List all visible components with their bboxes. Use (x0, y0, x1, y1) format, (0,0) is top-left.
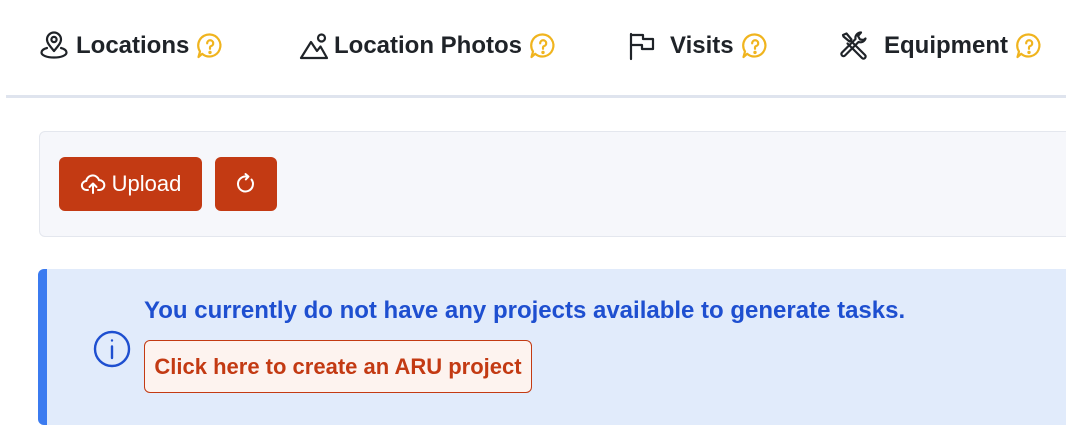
tools-icon (838, 30, 870, 62)
tab-bar: Locations Location Photos Visits Equipme… (0, 0, 1066, 98)
question-bubble-icon[interactable] (1014, 31, 1044, 61)
question-bubble-icon[interactable] (195, 31, 225, 61)
tab-bar-divider (6, 95, 1066, 98)
question-bubble-icon[interactable] (740, 31, 770, 61)
info-icon (92, 329, 132, 369)
tab-equipment[interactable]: Equipment (838, 24, 1044, 68)
map-pin-icon (38, 30, 70, 62)
cloud-upload-icon (80, 171, 106, 197)
landscape-photo-icon (298, 30, 330, 62)
create-aru-project-button[interactable]: Click here to create an ARU project (144, 340, 532, 393)
tab-locations[interactable]: Locations (38, 24, 225, 68)
tab-equipment-label: Equipment (884, 32, 1008, 59)
tab-location-photos-label: Location Photos (334, 32, 522, 59)
flag-icon (626, 30, 658, 62)
info-alert: You currently do not have any projects a… (38, 269, 1066, 425)
tab-visits-label: Visits (670, 32, 734, 59)
tab-location-photos[interactable]: Location Photos (298, 24, 558, 68)
refresh-button[interactable] (215, 157, 277, 211)
refresh-icon (234, 172, 258, 196)
upload-button-label: Upload (111, 171, 182, 196)
upload-button[interactable]: Upload (59, 157, 202, 211)
alert-accent-bar (38, 269, 47, 425)
toolbar: Upload (39, 131, 1066, 237)
alert-message: You currently do not have any projects a… (144, 297, 906, 324)
tab-visits[interactable]: Visits (626, 24, 770, 68)
question-bubble-icon[interactable] (528, 31, 558, 61)
tab-locations-label: Locations (76, 32, 190, 59)
